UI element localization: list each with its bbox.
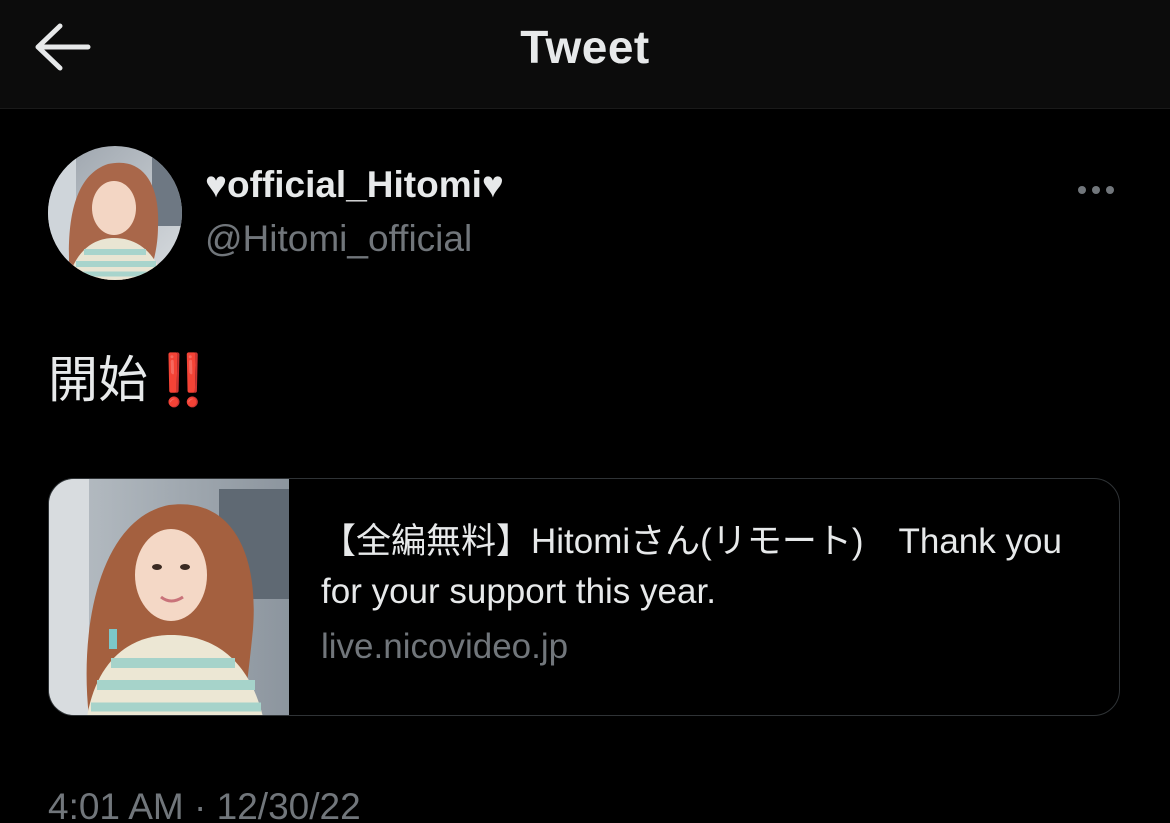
link-preview-card[interactable]: 【全編無料】Hitomiさん(リモート) Thank you for your … <box>48 478 1120 716</box>
more-options-button[interactable] <box>1068 170 1124 210</box>
more-dots-icon <box>1092 186 1100 194</box>
top-header: Tweet <box>0 0 1170 109</box>
more-dots-icon <box>1106 186 1114 194</box>
avatar[interactable] <box>48 146 182 280</box>
tweet-text: 開始‼️ <box>48 340 214 412</box>
page-title: Tweet <box>520 21 650 73</box>
user-handle[interactable]: @Hitomi_official <box>205 218 472 260</box>
double-exclamation-emoji: ‼️ <box>152 352 214 408</box>
tweet-timestamp[interactable]: 4:01 AM · 12/30/22 <box>48 786 361 823</box>
card-domain: live.nicovideo.jp <box>321 627 569 666</box>
card-thumbnail <box>49 479 289 715</box>
tweet-detail-page: Tweet ♥official_Hitomi♥ @Hitomi_official… <box>0 0 1170 823</box>
display-name[interactable]: ♥official_Hitomi♥ <box>205 164 504 206</box>
more-dots-icon <box>1078 186 1086 194</box>
avatar-photo <box>48 146 182 280</box>
card-title: 【全編無料】Hitomiさん(リモート) Thank you for your … <box>321 522 1062 611</box>
tweet-body: 開始 <box>48 352 148 408</box>
